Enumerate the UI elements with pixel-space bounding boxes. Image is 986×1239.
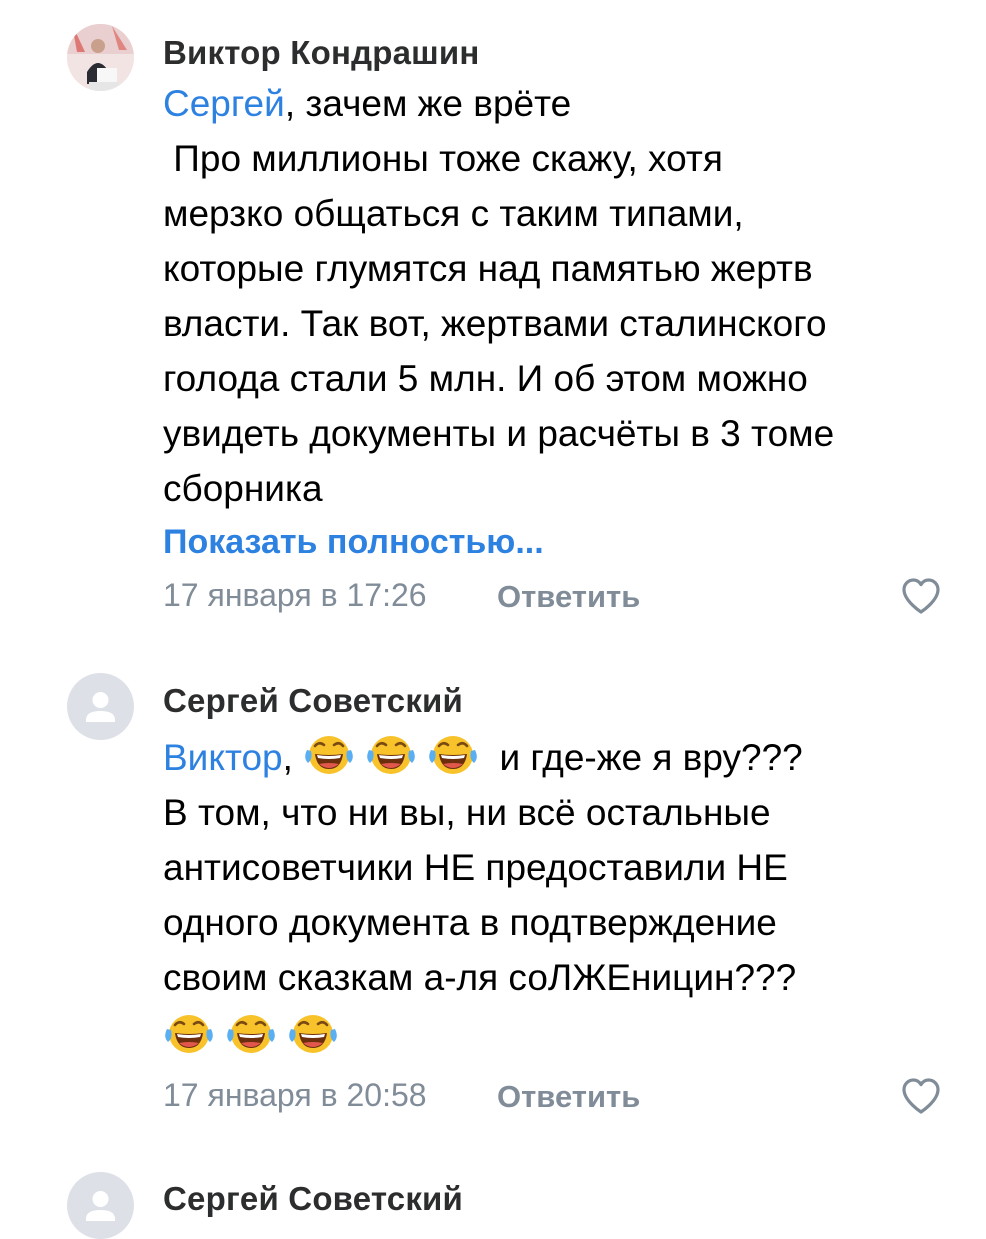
comment-text-segment: и где-же я вру???	[489, 737, 803, 778]
comment-timestamp: 17 января в 20:58	[163, 1077, 427, 1113]
comment-author[interactable]: Сергей Советский	[163, 682, 463, 720]
face-with-tears-of-joy-icon	[225, 1011, 277, 1057]
heart-outline-icon	[902, 1078, 940, 1114]
like-button[interactable]	[900, 1076, 942, 1116]
user-photo-icon	[67, 24, 134, 91]
default-user-icon	[86, 692, 115, 722]
avatar[interactable]	[67, 1172, 134, 1239]
comment-text: Виктор, и где-же я вру??? В том, что ни …	[163, 730, 963, 1064]
comment-line: В том, что ни вы, ни всё остальные	[163, 792, 771, 833]
comment-line: антисоветчики НЕ предоставили НЕ	[163, 847, 788, 888]
comment-line: которые глумятся над памятью жертв	[163, 248, 813, 289]
show-more-link[interactable]: Показать полностью...	[163, 523, 544, 562]
comment-author[interactable]: Виктор Кондрашин	[163, 34, 479, 72]
comment-line: Виктор, и где-же я вру???	[163, 730, 963, 785]
comment-line: власти. Так вот, жертвами сталинского	[163, 303, 827, 344]
like-button[interactable]	[900, 576, 942, 616]
comment-text-segment: , зачем же врёте	[284, 83, 572, 124]
comment-line: голода стали 5 млн. И об этом можно	[163, 358, 808, 399]
avatar[interactable]	[67, 24, 134, 91]
mention-link[interactable]: Виктор	[163, 737, 283, 778]
face-with-tears-of-joy-icon	[427, 732, 479, 778]
comment-line: увидеть документы и расчёты в 3 томе	[163, 413, 835, 454]
face-with-tears-of-joy-icon	[287, 1011, 339, 1057]
face-with-tears-of-joy-icon	[365, 732, 417, 778]
comment-line: Про миллионы тоже скажу, хотя	[163, 138, 723, 179]
face-with-tears-of-joy-icon	[303, 732, 355, 778]
comment-line: Сергей, зачем же врёте	[163, 76, 963, 131]
comment-timestamp: 17 января в 17:26	[163, 577, 427, 613]
comment-author[interactable]: Сергей Советский	[163, 1180, 463, 1218]
comment-line: одного документа в подтверждение	[163, 902, 777, 943]
comment-line: мерзко общаться с таким типами,	[163, 193, 744, 234]
comment-line: сборника	[163, 468, 323, 509]
comment-line: своим сказкам а-ля соЛЖЕницин???	[163, 957, 797, 998]
face-with-tears-of-joy-icon	[163, 1011, 215, 1057]
reply-button[interactable]: Ответить	[497, 579, 640, 615]
heart-outline-icon	[902, 578, 940, 614]
comment-text-segment: ,	[282, 737, 304, 778]
mention-link[interactable]: Сергей	[163, 83, 285, 124]
reply-button[interactable]: Ответить	[497, 1079, 640, 1115]
avatar[interactable]	[67, 673, 134, 740]
comment-text: Сергей, зачем же врёте Про миллионы тоже…	[163, 76, 963, 516]
comment-line	[163, 1005, 963, 1064]
default-user-icon	[86, 1191, 115, 1221]
